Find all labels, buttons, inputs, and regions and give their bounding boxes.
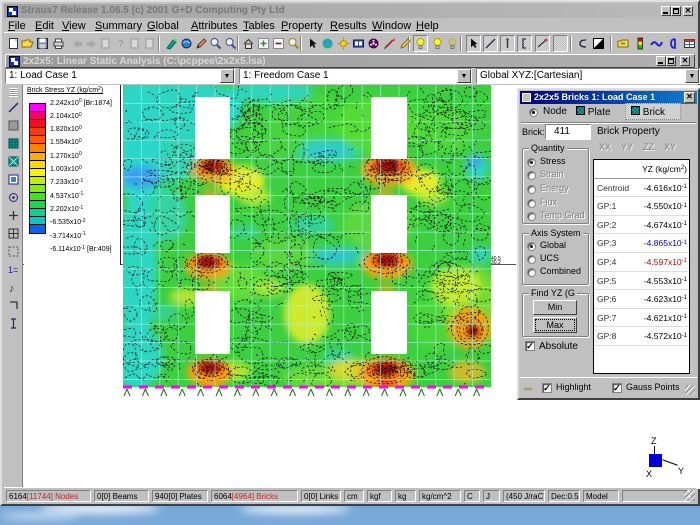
svg-text:1=: 1= [8,265,18,275]
svg-text:?: ? [118,39,124,50]
svg-text:♪: ♪ [9,283,15,294]
